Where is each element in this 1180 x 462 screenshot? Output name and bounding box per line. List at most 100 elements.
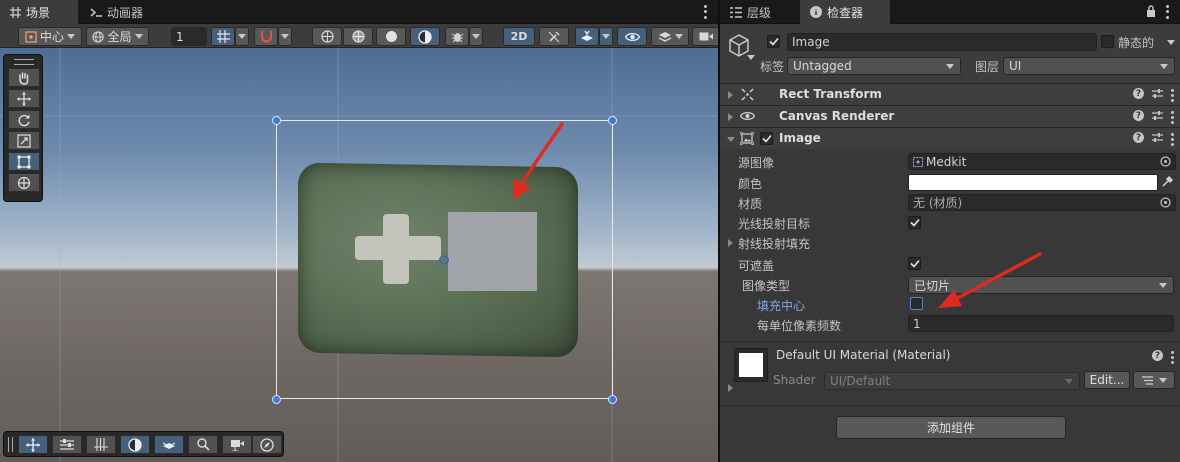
kebab-menu-icon[interactable] <box>1171 350 1174 364</box>
effects-menu[interactable] <box>599 27 613 46</box>
lighting-toggle-button[interactable] <box>539 27 569 46</box>
help-icon[interactable]: ? <box>1133 88 1144 99</box>
grid-snap-button[interactable] <box>211 27 235 46</box>
static-menu-chevron-icon[interactable] <box>1167 40 1175 45</box>
raycast-padding-label[interactable]: 射线投射填充 <box>738 235 810 252</box>
color-swatch-field[interactable] <box>908 174 1158 191</box>
tab-inspector[interactable]: 检查器 <box>800 0 890 24</box>
rect-handle-bottom-right[interactable] <box>608 395 617 404</box>
overlay-move-button[interactable] <box>18 435 48 454</box>
component-image[interactable]: Image ? <box>720 127 1180 149</box>
increment-snap-menu[interactable] <box>278 27 292 46</box>
inspector-tabbar: 层级 检查器 <box>720 0 1180 24</box>
increment-snap-button[interactable] <box>254 27 278 46</box>
overlay-drag-handle-icon[interactable] <box>14 59 34 65</box>
help-icon[interactable]: ? <box>1133 132 1144 143</box>
rect-handle-top-left[interactable] <box>272 116 281 125</box>
ppu-input[interactable]: 1 <box>908 315 1174 332</box>
source-image-field[interactable]: Medkit <box>908 153 1176 170</box>
tab-animator[interactable]: 动画器 <box>80 0 160 24</box>
expand-arrow-icon[interactable] <box>728 91 733 99</box>
overlay-drag-handle-icon[interactable] <box>8 437 13 452</box>
overlay-effects-button[interactable] <box>154 435 184 454</box>
effects-toggle-button[interactable] <box>575 27 599 46</box>
shading-wireframe-button[interactable] <box>312 27 342 46</box>
pivot-dropdown[interactable]: 中心 <box>18 27 82 46</box>
mode-2d-button[interactable]: 2D <box>503 27 535 46</box>
kebab-menu-icon[interactable] <box>1171 132 1174 146</box>
globe-icon <box>92 30 105 43</box>
chevron-down-icon[interactable] <box>747 55 755 60</box>
scale-tool-button[interactable] <box>8 131 40 150</box>
hand-tool-button[interactable] <box>8 68 40 87</box>
shading-unlit-button[interactable] <box>410 27 440 46</box>
overlay-camera-button[interactable] <box>222 435 252 454</box>
material-expand-icon[interactable] <box>728 384 733 392</box>
tag-dropdown[interactable]: Untagged <box>787 57 961 75</box>
chevron-down-icon <box>1160 64 1168 69</box>
material-field[interactable]: 无 (材质) <box>908 194 1176 211</box>
collapse-arrow-icon[interactable] <box>727 137 735 142</box>
component-canvas-renderer[interactable]: Canvas Renderer ? <box>720 105 1180 127</box>
presets-icon[interactable] <box>1152 132 1163 146</box>
kebab-menu-icon[interactable] <box>1171 110 1174 124</box>
raycast-target-checkbox[interactable] <box>908 216 921 229</box>
shader-dropdown[interactable]: UI/Default <box>824 372 1080 390</box>
overlay-search-button[interactable] <box>188 435 218 454</box>
rect-handle-top-right[interactable] <box>608 116 617 125</box>
tab-hierarchy[interactable]: 层级 <box>720 0 798 24</box>
presets-icon[interactable] <box>1152 110 1163 124</box>
debug-draw-button[interactable] <box>445 27 469 46</box>
add-component-button[interactable]: 添加组件 <box>836 416 1066 439</box>
layers-dropdown[interactable] <box>651 27 689 46</box>
rect-handle-bottom-left[interactable] <box>272 395 281 404</box>
shader-edit-button[interactable]: Edit... <box>1084 371 1130 389</box>
camera-icon <box>699 31 713 42</box>
inspector-more-menu-icon[interactable] <box>1162 4 1172 20</box>
maskable-checkbox[interactable] <box>908 257 921 270</box>
grid-size-input[interactable]: 1 <box>171 27 207 46</box>
object-picker-icon[interactable] <box>1160 156 1171 167</box>
presets-icon[interactable] <box>1152 88 1163 102</box>
lock-icon[interactable] <box>1146 5 1156 17</box>
color-label: 颜色 <box>738 177 763 191</box>
overlay-toolsettings-button[interactable] <box>52 435 82 454</box>
transform-tool-button[interactable] <box>8 173 40 192</box>
raycast-padding-expand-icon[interactable] <box>728 239 733 247</box>
object-picker-icon[interactable] <box>1160 197 1171 208</box>
rect-tool-button[interactable] <box>8 152 40 171</box>
rotate-tool-button[interactable] <box>8 110 40 129</box>
debug-draw-menu[interactable] <box>469 27 483 46</box>
shading-shaded-wire-button[interactable] <box>343 27 373 46</box>
shader-options-dropdown[interactable] <box>1133 371 1175 389</box>
grid-snap-menu[interactable] <box>235 27 249 46</box>
move-tool-button[interactable] <box>8 89 40 108</box>
rect-transform-icon <box>741 88 754 101</box>
scene-more-menu-icon[interactable] <box>700 4 710 20</box>
object-name-input[interactable]: Image <box>787 33 1097 51</box>
fill-center-checkbox[interactable] <box>910 297 923 310</box>
material-preview-thumbnail[interactable] <box>734 348 768 382</box>
tab-scene-label: 场景 <box>26 5 51 20</box>
overlay-shading-button[interactable] <box>120 435 150 454</box>
scene-viewport[interactable] <box>0 48 718 462</box>
help-icon[interactable]: ? <box>1152 350 1163 361</box>
rect-pivot-handle[interactable] <box>439 255 449 265</box>
expand-arrow-icon[interactable] <box>728 113 733 121</box>
layer-dropdown[interactable]: UI <box>1003 57 1175 75</box>
component-rect-transform[interactable]: Rect Transform ? <box>720 83 1180 105</box>
visibility-toggle-button[interactable] <box>617 27 647 46</box>
chevron-down-icon <box>946 64 954 69</box>
camera-dropdown[interactable] <box>692 27 718 46</box>
static-checkbox[interactable] <box>1101 35 1114 48</box>
image-enabled-checkbox[interactable] <box>760 132 773 145</box>
tab-scene[interactable]: 场景 <box>0 0 78 24</box>
overlay-gizmo-button[interactable] <box>252 435 282 454</box>
shading-shaded-button[interactable] <box>376 27 406 46</box>
help-icon[interactable]: ? <box>1133 110 1144 121</box>
object-active-checkbox[interactable] <box>767 35 780 48</box>
overlay-grid-button[interactable] <box>86 435 116 454</box>
kebab-menu-icon[interactable] <box>1171 88 1174 102</box>
eyedropper-icon[interactable] <box>1161 175 1174 188</box>
space-dropdown[interactable]: 全局 <box>86 27 149 46</box>
